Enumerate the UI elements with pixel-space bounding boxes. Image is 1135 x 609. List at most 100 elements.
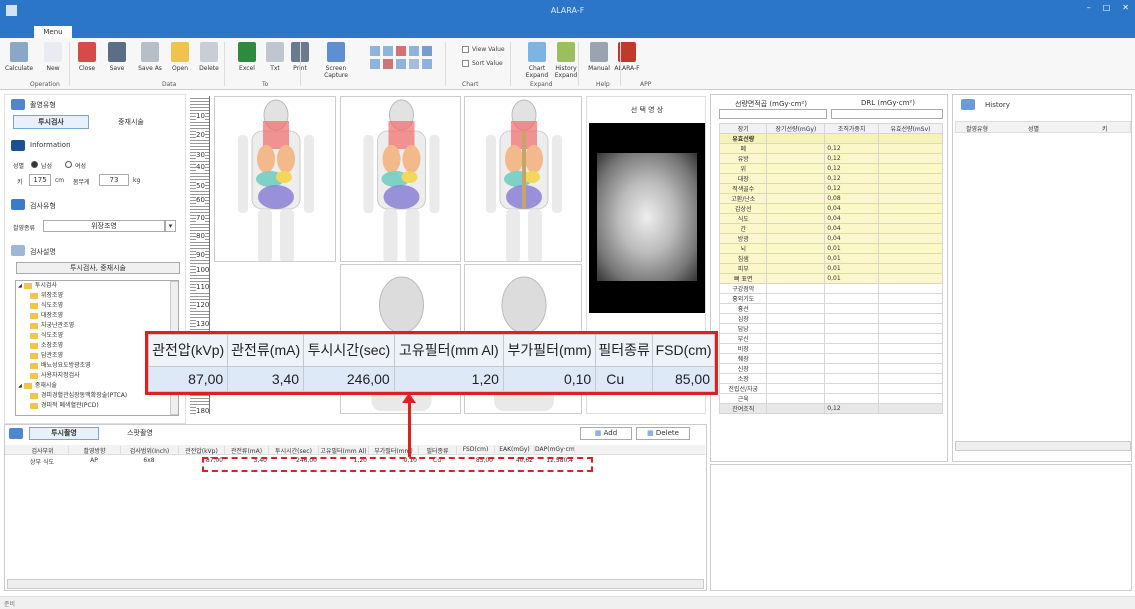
left-leg-shape: [506, 209, 520, 261]
sex-female-radio[interactable]: [65, 161, 72, 168]
checkbox-box[interactable]: [462, 46, 469, 53]
dose-row[interactable]: 방광 0,04: [718, 233, 944, 244]
column-header[interactable]: 부가필터(mm): [369, 446, 419, 455]
add-button[interactable]: ▦ Add: [580, 427, 632, 440]
dose-row[interactable]: 흉외기도: [718, 293, 944, 304]
save-as-button[interactable]: Save As: [133, 42, 167, 72]
dose-row[interactable]: 흉선: [718, 303, 944, 314]
chart-style-icon[interactable]: [396, 46, 406, 56]
column-header[interactable]: DAP(mGy·cm²): [535, 446, 575, 453]
dose-row[interactable]: 근육: [718, 393, 944, 404]
dose-row[interactable]: 구강점막: [718, 283, 944, 294]
dose-row[interactable]: 식도 0,04: [718, 213, 944, 224]
ribbon-separator: [578, 42, 579, 86]
height-input[interactable]: 175: [29, 174, 51, 186]
chart-style-icon[interactable]: [370, 59, 380, 69]
expand-icon[interactable]: ◢: [18, 383, 22, 389]
checkbox-view-value[interactable]: View Value: [462, 46, 505, 53]
sex-male-radio[interactable]: [31, 161, 38, 168]
tab-fluoro-shot[interactable]: 투시촬영: [29, 427, 99, 440]
chart-style-icon[interactable]: [422, 46, 432, 56]
dose-row[interactable]: 피부 0,01: [718, 263, 944, 274]
delete-button[interactable]: ▦ Delete: [636, 427, 690, 440]
dose-row[interactable]: 폐 0,12: [718, 143, 944, 154]
history-scrollbar[interactable]: [955, 441, 1131, 451]
dose-row[interactable]: 유방 0,12: [718, 153, 944, 164]
right-leg-shape: [405, 209, 420, 261]
chevron-down-icon[interactable]: ▾: [165, 220, 176, 232]
column-header[interactable]: FSD(cm): [457, 446, 495, 453]
tree-item[interactable]: 경피적 폐색혈관(PCD): [16, 401, 178, 411]
checkbox-box[interactable]: [462, 60, 469, 67]
dose-row[interactable]: 잔여조직 0,12: [718, 403, 944, 414]
column-header[interactable]: 필터종류: [419, 446, 457, 455]
save-button[interactable]: Save: [100, 42, 134, 72]
ribbon-group-label: Chart: [462, 81, 479, 88]
screen-capture-button[interactable]: Screen Capture: [319, 42, 353, 79]
dose-row[interactable]: 췌장: [718, 353, 944, 364]
exam-kind-select[interactable]: 위장조영: [43, 220, 165, 232]
column-header[interactable]: EAK(mGy): [495, 446, 535, 453]
dose-row[interactable]: 심장: [718, 313, 944, 324]
alara-button[interactable]: ALARA-F: [610, 42, 644, 72]
dose-row[interactable]: 간 0,04: [718, 223, 944, 234]
chart-style-icon[interactable]: [383, 46, 393, 56]
delete-row-icon: ▦: [647, 429, 656, 437]
dose-header: 조직가중치: [824, 123, 879, 134]
delete-button[interactable]: Delete: [192, 42, 226, 72]
dose-row[interactable]: 비장: [718, 343, 944, 354]
dose-cell: 위: [718, 163, 768, 174]
expand-icon[interactable]: ◢: [18, 283, 22, 289]
tree-item[interactable]: ◢ 투시검사: [16, 281, 178, 291]
dose-row[interactable]: 소장: [718, 373, 944, 384]
tab-fluoroscopy[interactable]: 투시검사: [13, 115, 89, 129]
tab-intervention[interactable]: 중재시술: [93, 115, 169, 129]
folder-icon: [30, 392, 38, 399]
column-header[interactable]: 검사범위(Inch): [121, 446, 179, 455]
dose-row[interactable]: 위 0,12: [718, 163, 944, 174]
maximize-icon[interactable]: □: [1103, 3, 1111, 12]
weight-input[interactable]: 73: [99, 174, 129, 186]
dose-row[interactable]: 대장 0,12: [718, 173, 944, 184]
dose-row[interactable]: 적색골수 0,12: [718, 183, 944, 194]
dose-area-input[interactable]: [719, 109, 827, 119]
column-header[interactable]: 관전류(mA): [225, 446, 269, 455]
tree-item[interactable]: 대장조영: [16, 311, 178, 321]
chart-style-icon[interactable]: [396, 59, 406, 69]
dose-row[interactable]: 부신: [718, 333, 944, 344]
horizontal-scrollbar[interactable]: [7, 579, 704, 589]
column-header[interactable]: 고유필터(mm Al): [319, 446, 369, 455]
dose-row[interactable]: 뼈 표면 0,01: [718, 273, 944, 284]
dose-cell: [766, 193, 826, 204]
history-col-height: 키: [1102, 126, 1108, 133]
chart-style-icon[interactable]: [409, 46, 419, 56]
dose-row[interactable]: 담낭: [718, 323, 944, 334]
close-window-icon[interactable]: ✕: [1122, 3, 1129, 12]
chart-style-icon[interactable]: [409, 59, 419, 69]
column-header[interactable]: 투시시간(sec): [269, 446, 319, 455]
tree-item[interactable]: 식도조영: [16, 301, 178, 311]
column-header[interactable]: 검사부위: [17, 446, 69, 455]
drl-input[interactable]: [831, 109, 943, 119]
tab-spot-shot[interactable]: 스팟촬영: [105, 427, 175, 440]
dose-row[interactable]: 고환/난소 0,08: [718, 193, 944, 204]
dose-row[interactable]: 침샘 0,01: [718, 253, 944, 264]
chart-style-icon[interactable]: [370, 46, 380, 56]
dose-row[interactable]: 전립선/자궁: [718, 383, 944, 394]
new-file-button[interactable]: New: [36, 42, 70, 72]
chart-style-icon[interactable]: [383, 59, 393, 69]
column-header[interactable]: 촬영방향: [69, 446, 121, 455]
column-header[interactable]: 관전압(kVp): [179, 446, 225, 455]
checkbox-sort-value[interactable]: Sort Value: [462, 60, 503, 67]
ribbon-separator: [445, 42, 446, 86]
dose-row[interactable]: 갑상선 0,04: [718, 203, 944, 214]
calculate-button[interactable]: Calculate: [2, 42, 36, 72]
minimize-icon[interactable]: –: [1087, 3, 1091, 12]
tab-menu[interactable]: Menu: [34, 26, 72, 38]
dose-row[interactable]: 뇌 0,01: [718, 243, 944, 254]
tree-item[interactable]: 자궁난관조영: [16, 321, 178, 331]
chart-style-icon[interactable]: [422, 59, 432, 69]
close-button[interactable]: Close: [70, 42, 104, 72]
tree-item[interactable]: 위장조영: [16, 291, 178, 301]
dose-row[interactable]: 신장: [718, 363, 944, 374]
